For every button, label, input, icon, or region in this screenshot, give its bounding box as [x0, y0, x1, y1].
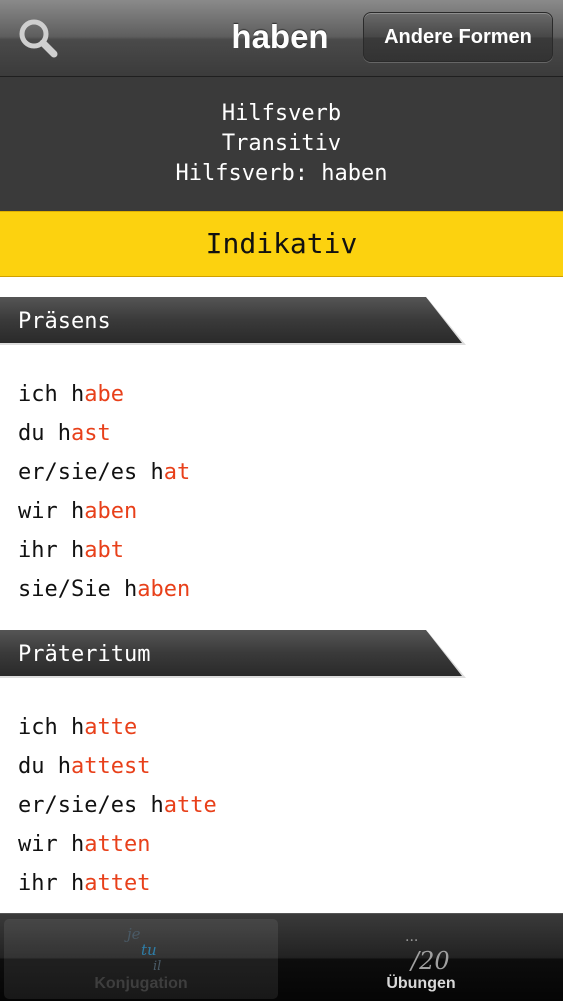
svg-text:...: ...	[405, 929, 418, 945]
conjugation-row: ihr hattet	[18, 871, 151, 896]
verb-info-auxiliary-verb: Hilfsverb: haben	[175, 161, 388, 186]
search-icon	[19, 19, 58, 58]
tense-header-praeteritum: Präteritum	[0, 630, 470, 680]
tense-label: Präteritum	[18, 642, 151, 667]
svg-text:/20: /20	[409, 947, 450, 973]
tab-label: Konjugation	[94, 975, 188, 992]
svg-text:je: je	[124, 925, 141, 943]
conjugation-row: wir hatten	[18, 832, 151, 857]
conjugation-row: er/sie/es hat	[18, 460, 191, 485]
conjugation-row: du hattest	[18, 754, 151, 779]
verb-info-transitivity: Transitiv	[221, 131, 342, 156]
search-button[interactable]	[14, 16, 62, 60]
conjugation-row: du hast	[18, 421, 111, 446]
navigation-bar: haben Andere Formen	[0, 0, 563, 77]
tab-label: Übungen	[386, 975, 456, 992]
conjugation-row: ich habe	[18, 382, 124, 407]
conjugation-row: ihr habt	[18, 538, 124, 563]
other-forms-button[interactable]: Andere Formen	[363, 12, 553, 62]
tab-konjugation[interactable]: je tu il Konjugation	[4, 919, 278, 999]
svg-text:tu: tu	[141, 941, 157, 959]
conjugation-row: wir haben	[18, 499, 138, 524]
conjugation-row: ich hatte	[18, 715, 138, 740]
conjugation-icon: je tu il	[4, 923, 278, 977]
conjugation-row: sie/Sie haben	[18, 577, 191, 602]
tense-label: Präsens	[18, 309, 111, 334]
mood-header: Indikativ	[0, 211, 563, 277]
svg-text:il: il	[153, 959, 161, 973]
verb-info-panel: Hilfsverb Transitiv Hilfsverb: haben	[0, 77, 563, 211]
verb-info-auxiliary: Hilfsverb	[221, 101, 342, 126]
tab-bar: je tu il Konjugation ... /20 Übungen	[0, 913, 563, 1001]
page-title: haben	[231, 18, 329, 55]
exercises-icon: ... /20	[284, 923, 558, 977]
tab-uebungen[interactable]: ... /20 Übungen	[284, 919, 558, 999]
conjugation-row: er/sie/es hatte	[18, 793, 217, 818]
tense-header-praesens: Präsens	[0, 297, 470, 347]
